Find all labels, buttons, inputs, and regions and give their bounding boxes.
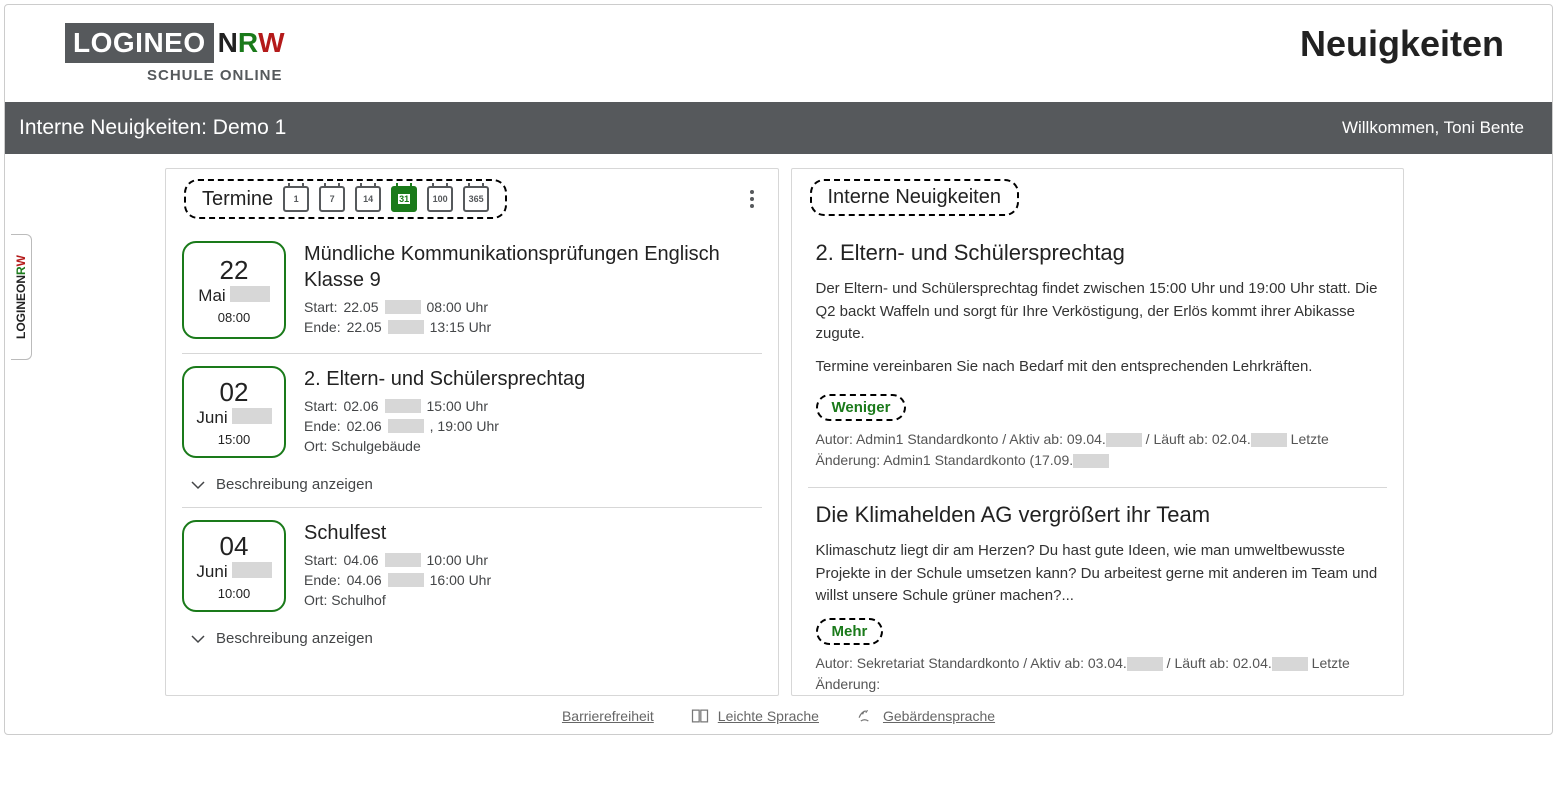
- news-list[interactable]: 2. Eltern- und Schülersprechtag Der Elte…: [792, 226, 1404, 695]
- news-item: 2. Eltern- und Schülersprechtag Der Elte…: [808, 226, 1388, 488]
- redacted: [1272, 657, 1308, 671]
- event-time: 10:00: [218, 586, 251, 601]
- description-toggle-label: Beschreibung anzeigen: [216, 630, 373, 647]
- chevron-down-icon: [190, 631, 206, 647]
- event-day: 22: [220, 255, 249, 286]
- logo: LOGINEO NRW SCHULE ONLINE: [65, 23, 285, 84]
- termine-heading: Termine: [202, 188, 273, 211]
- event-month: Mai: [198, 286, 225, 306]
- event-ort-line: Ort: Schulhof: [304, 592, 762, 608]
- footer-barrierefreiheit-link[interactable]: Barrierefreiheit: [562, 708, 654, 724]
- calendar-filter-14[interactable]: 14: [355, 186, 381, 212]
- redacted: [388, 419, 424, 433]
- section-bar: Interne Neuigkeiten: Demo 1 Willkommen, …: [5, 102, 1552, 154]
- panel-termine: Termine 1 7 14 31 100 365: [165, 168, 779, 696]
- event-date-badge: 02 Juni 15:00: [182, 366, 286, 458]
- book-icon: [690, 706, 710, 726]
- event-month: Juni: [196, 562, 227, 582]
- header: LOGINEO NRW SCHULE ONLINE Neuigkeiten: [5, 5, 1552, 102]
- news-heading: Interne Neuigkeiten: [828, 186, 1001, 209]
- event-title: Mündliche Kommunikationsprüfungen Englis…: [304, 241, 762, 293]
- redacted-year: [232, 562, 272, 578]
- chevron-down-icon: [190, 477, 206, 493]
- event-start-line: Start: 02.0615:00 Uhr: [304, 398, 762, 414]
- event-date-badge: 22 Mai 08:00: [182, 241, 286, 339]
- welcome-text: Willkommen, Toni Bente: [1342, 118, 1524, 138]
- page-title: Neuigkeiten: [1300, 23, 1504, 65]
- redacted: [388, 573, 424, 587]
- less-link: Weniger: [832, 399, 891, 416]
- side-tab-logo[interactable]: LOGINEONRW: [11, 234, 32, 360]
- section-title: Interne Neuigkeiten: Demo 1: [19, 116, 286, 140]
- calendar-filter-365[interactable]: 365: [463, 186, 489, 212]
- news-body: Klimaschutz liegt dir am Herzen? Du hast…: [816, 540, 1380, 608]
- news-meta: Autor: Admin1 Standardkonto / Aktiv ab: …: [816, 429, 1380, 471]
- event-end-line: Ende: 04.0616:00 Uhr: [304, 572, 762, 588]
- panel-news: Interne Neuigkeiten 2. Eltern- und Schül…: [791, 168, 1405, 696]
- description-toggle[interactable]: Beschreibung anzeigen: [182, 630, 762, 647]
- news-body: Der Eltern- und Schülersprechtag findet …: [816, 278, 1380, 346]
- description-toggle-label: Beschreibung anzeigen: [216, 476, 373, 493]
- logo-dark: LOGINEO: [65, 23, 214, 63]
- event-date-badge: 04 Juni 10:00: [182, 520, 286, 612]
- calendar-filter-group: 1 7 14 31 100 365: [283, 186, 489, 212]
- logo-subtitle: SCHULE ONLINE: [65, 67, 285, 84]
- main: LOGINEONRW Termine 1 7 14 31 100 365: [5, 154, 1552, 696]
- event-row: 04 Juni 10:00 Schulfest Start: 04.0610:0…: [182, 508, 762, 661]
- news-body: Termine vereinbaren Sie nach Bedarf mit …: [816, 356, 1380, 379]
- news-title: Die Klimahelden AG vergrößert ihr Team: [816, 502, 1380, 528]
- redacted: [385, 300, 421, 314]
- event-start-line: Start: 04.0610:00 Uhr: [304, 552, 762, 568]
- calendar-filter-31[interactable]: 31: [391, 186, 417, 212]
- event-day: 04: [220, 531, 249, 562]
- logo-nrw: NRW: [214, 23, 285, 63]
- more-link: Mehr: [832, 623, 868, 640]
- event-end-line: Ende: 02.06, 19:00 Uhr: [304, 418, 762, 434]
- redacted-year: [232, 408, 272, 424]
- footer: Barrierefreiheit Leichte Sprache Gebärde…: [5, 696, 1552, 728]
- redacted: [1251, 433, 1287, 447]
- news-item: Die Klimahelden AG vergrößert ihr Team K…: [808, 488, 1388, 695]
- event-end-line: Ende: 22.0513:15 Uhr: [304, 319, 762, 335]
- news-meta: Autor: Sekretariat Standardkonto / Aktiv…: [816, 653, 1380, 695]
- event-row: 02 Juni 15:00 2. Eltern- und Schülerspre…: [182, 354, 762, 508]
- termine-list[interactable]: 22 Mai 08:00 Mündliche Kommunikationsprü…: [166, 229, 778, 695]
- redacted: [385, 553, 421, 567]
- less-toggle-pill[interactable]: Weniger: [816, 394, 907, 421]
- termine-more-menu[interactable]: [744, 187, 760, 211]
- event-month: Juni: [196, 408, 227, 428]
- calendar-filter-7[interactable]: 7: [319, 186, 345, 212]
- description-toggle[interactable]: Beschreibung anzeigen: [182, 476, 762, 493]
- calendar-filter-100[interactable]: 100: [427, 186, 453, 212]
- more-toggle-pill[interactable]: Mehr: [816, 618, 884, 645]
- redacted: [1106, 433, 1142, 447]
- termine-heading-pill: Termine 1 7 14 31 100 365: [184, 179, 507, 219]
- redacted: [385, 399, 421, 413]
- redacted-year: [230, 286, 270, 302]
- event-start-line: Start: 22.0508:00 Uhr: [304, 299, 762, 315]
- redacted: [1127, 657, 1163, 671]
- footer-gebaerdensprache-link[interactable]: Gebärdensprache: [883, 708, 995, 724]
- event-title: Schulfest: [304, 520, 762, 546]
- redacted: [1073, 454, 1109, 468]
- event-row: 22 Mai 08:00 Mündliche Kommunikationsprü…: [182, 229, 762, 354]
- news-heading-pill: Interne Neuigkeiten: [810, 179, 1019, 216]
- redacted: [388, 320, 424, 334]
- event-ort-line: Ort: Schulgebäude: [304, 438, 762, 454]
- event-time: 15:00: [218, 432, 251, 447]
- event-day: 02: [220, 377, 249, 408]
- calendar-filter-1[interactable]: 1: [283, 186, 309, 212]
- footer-leichte-sprache-link[interactable]: Leichte Sprache: [718, 708, 819, 724]
- event-title: 2. Eltern- und Schülersprechtag: [304, 366, 762, 392]
- event-time: 08:00: [218, 310, 251, 325]
- news-title: 2. Eltern- und Schülersprechtag: [816, 240, 1380, 266]
- hands-icon: [855, 706, 875, 726]
